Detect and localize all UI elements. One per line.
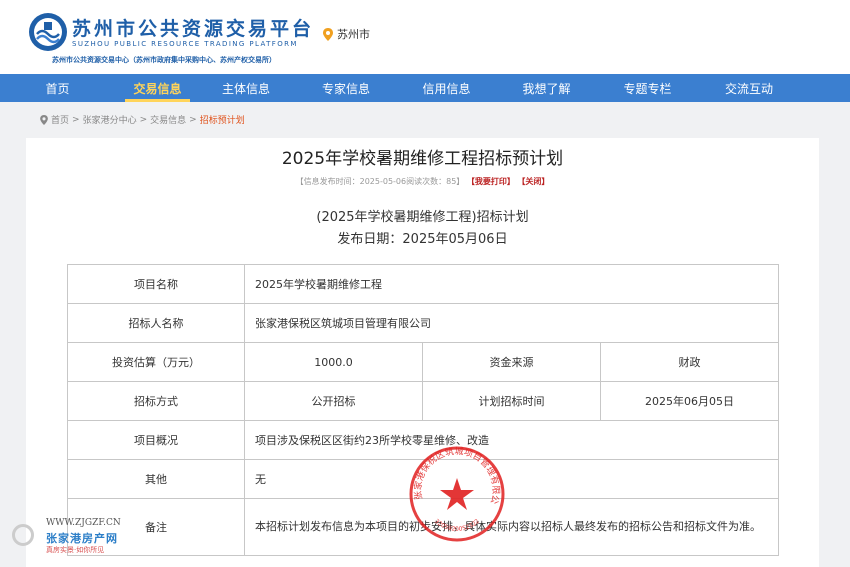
watermark-name: 张家港房产网 xyxy=(46,532,118,545)
tender-method-value: 公开招标 xyxy=(244,381,423,421)
watermark-slogan: 真房实景·如你所见 xyxy=(46,546,105,554)
investment-label: 投资估算（万元） xyxy=(67,342,245,382)
logo-subtitle-en: SUZHOU PUBLIC RESOURCE TRADING PLATFORM xyxy=(72,40,298,48)
close-button[interactable]: 【关闭】 xyxy=(517,177,549,186)
breadcrumb-separator: > xyxy=(139,114,148,125)
logo-subtitle: 苏州市公共资源交易中心（苏州市政府集中采购中心、苏州产权交易所） xyxy=(52,56,276,64)
nav-item-expert-info[interactable]: 专家信息 xyxy=(292,74,400,102)
article-meta: 【信息发布时间：2025-05-06阅读次数：85】 【我要打印】 【关闭】 xyxy=(26,176,819,187)
remark-value: 本招标计划发布信息为本项目的初步安排，具体实际内容以招标人最终发布的招标公告和招… xyxy=(244,498,779,556)
location-selector[interactable]: 苏州市 xyxy=(323,26,370,42)
print-button[interactable]: 【我要打印】 xyxy=(467,177,515,186)
project-name-label: 项目名称 xyxy=(67,264,245,304)
tenderer-label: 招标人名称 xyxy=(67,303,245,343)
watermark-url: WWW.ZJGZF.CN xyxy=(46,518,121,528)
main-nav: 首页 交易信息 主体信息 专家信息 信用信息 我想了解 专题专栏 交流互动 xyxy=(0,74,850,102)
nav-item-trading-info[interactable]: 交易信息 xyxy=(115,74,200,102)
breadcrumb-current: 招标预计划 xyxy=(199,116,245,126)
table-row: 招标方式 公开招标 计划招标时间 2025年06月05日 xyxy=(67,381,779,421)
fund-source-label: 资金来源 xyxy=(422,342,601,382)
article-title: 2025年学校暑期维修工程招标预计划 xyxy=(281,149,564,169)
location-pin-icon xyxy=(323,27,333,41)
watermark-logo-icon xyxy=(12,524,34,546)
breadcrumb: 首页 > 张家港分中心 > 交易信息 > 招标预计划 xyxy=(40,113,245,126)
table-row: 招标人名称 张家港保税区筑城项目管理有限公司 xyxy=(67,303,779,343)
tender-method-label: 招标方式 xyxy=(67,381,245,421)
breadcrumb-separator: > xyxy=(189,114,197,125)
plan-time-value: 2025年06月05日 xyxy=(600,381,779,421)
nav-item-learn-more[interactable]: 我想了解 xyxy=(493,74,600,102)
table-row: 投资估算（万元） 1000.0 资金来源 财政 xyxy=(67,342,779,382)
breadcrumb-separator: > xyxy=(72,114,80,125)
platform-logo-icon[interactable] xyxy=(28,12,68,52)
logo-title: 苏州市公共资源交易平台 xyxy=(72,18,315,40)
company-seal-stamp: 张家港保税区筑城项目管理有限公司 3205920052322 xyxy=(407,444,505,542)
publish-info: 【信息发布时间：2025-05-06阅读次数：85】 xyxy=(295,177,465,186)
tenderer-value: 张家港保税区筑城项目管理有限公司 xyxy=(244,303,779,343)
fund-source-value: 财政 xyxy=(600,342,779,382)
other-label: 其他 xyxy=(67,459,245,499)
location-label: 苏州市 xyxy=(337,28,370,41)
nav-item-entity-info[interactable]: 主体信息 xyxy=(200,74,292,102)
publish-date: 发布日期：2025年05月06日 xyxy=(337,232,508,247)
nav-item-interaction[interactable]: 交流互动 xyxy=(695,74,803,102)
overview-value: 项目涉及保税区区街约23所学校零星维修、改造 xyxy=(244,420,779,460)
investment-value: 1000.0 xyxy=(244,342,423,382)
nav-item-home[interactable]: 首页 xyxy=(0,74,115,102)
watermark: WWW.ZJGZF.CN 张家港房产网 真房实景·如你所见 xyxy=(8,518,158,564)
site-header: 苏州市公共资源交易平台 SUZHOU PUBLIC RESOURCE TRADI… xyxy=(0,0,850,74)
breadcrumb-trading-info[interactable]: 交易信息 xyxy=(150,113,186,126)
nav-item-special-topics[interactable]: 专题专栏 xyxy=(600,74,695,102)
overview-label: 项目概况 xyxy=(67,420,245,460)
breadcrumb-branch[interactable]: 张家港分中心 xyxy=(83,113,137,126)
project-name-value: 2025年学校暑期维修工程 xyxy=(244,264,779,304)
other-value: 无 xyxy=(244,459,779,499)
plan-time-label: 计划招标时间 xyxy=(422,381,601,421)
article-subtitle: (2025年学校暑期维修工程)招标计划 xyxy=(316,210,529,225)
table-row: 项目名称 2025年学校暑期维修工程 xyxy=(67,264,779,304)
location-pin-icon xyxy=(40,114,48,125)
breadcrumb-home[interactable]: 首页 xyxy=(51,113,69,126)
svg-text:3205920052322: 3205920052322 xyxy=(433,518,481,533)
nav-item-credit-info[interactable]: 信用信息 xyxy=(400,74,493,102)
